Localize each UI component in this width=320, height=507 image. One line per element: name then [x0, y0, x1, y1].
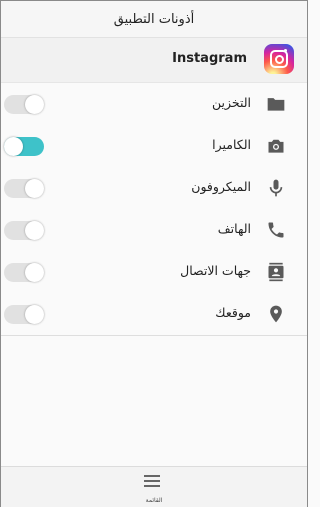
permission-row-location[interactable]: موقعك: [1, 293, 307, 336]
app-name: Instagram: [172, 51, 247, 66]
toggle-microphone[interactable]: [4, 179, 44, 198]
permission-label-location: موقعك: [215, 305, 251, 320]
toggle-storage[interactable]: [4, 95, 44, 114]
toggle-phone[interactable]: [4, 221, 44, 240]
page-title: أذونات التطبيق: [113, 11, 195, 27]
toggle-contacts[interactable]: [4, 263, 44, 282]
instagram-app-icon: [264, 44, 294, 74]
permission-row-camera[interactable]: الكاميرا: [1, 125, 307, 168]
permission-label-phone: الهاتف: [217, 221, 251, 236]
location-pin-icon: [270, 305, 282, 323]
permission-label-microphone: الميكروفون: [191, 179, 251, 194]
top-header: أذونات التطبيق: [1, 1, 307, 38]
screen-frame: أذونات التطبيق Instagram التخزين الكامير…: [0, 0, 308, 507]
app-info-row: Instagram: [1, 38, 307, 83]
toggle-camera[interactable]: [4, 137, 44, 156]
toggle-location[interactable]: [4, 305, 44, 324]
menu-label[interactable]: القائمة: [1, 497, 307, 504]
permission-row-phone[interactable]: الهاتف: [1, 209, 307, 252]
permission-row-microphone[interactable]: الميكروفون: [1, 167, 307, 210]
permission-label-storage: التخزين: [211, 95, 251, 110]
contacts-icon: [268, 262, 284, 282]
microphone-icon: [269, 179, 283, 197]
folder-icon: [267, 98, 285, 111]
menu-icon[interactable]: [144, 475, 160, 487]
bottom-bar: القائمة: [1, 466, 307, 507]
permission-label-contacts: جهات الاتصال: [180, 263, 251, 278]
permission-row-storage[interactable]: التخزين: [1, 83, 307, 126]
phone-icon: [268, 222, 284, 238]
permission-label-camera: الكاميرا: [212, 137, 251, 152]
camera-icon: [268, 139, 284, 153]
permission-row-contacts[interactable]: جهات الاتصال: [1, 251, 307, 294]
